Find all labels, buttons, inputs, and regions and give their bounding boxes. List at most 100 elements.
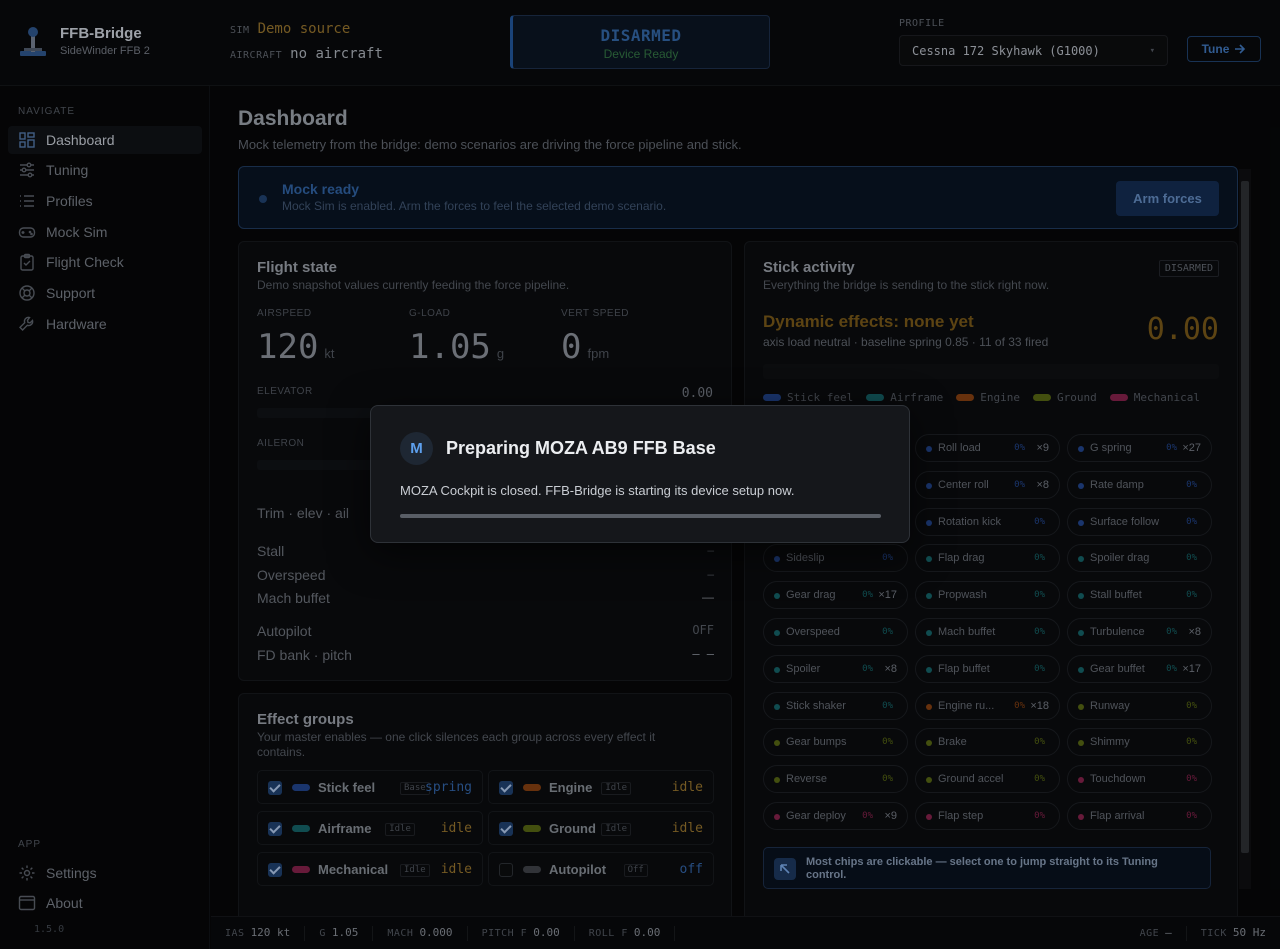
profile-select[interactable]: Cessna 172 Skyhawk (G1000) ▾ [899,35,1168,66]
moza-icon: M [400,432,433,465]
chip-multiplier: ×17 [1182,662,1201,675]
group-value: off [679,862,703,877]
sidebar: NAVIGATE Dashboard Tuning Profiles Mock … [0,86,210,949]
sidebar-item-tuning[interactable]: Tuning [8,156,202,184]
footer-stat: ROLL F 0.00 [575,925,676,941]
effect-chip[interactable]: Stall buffet 0% [1067,581,1212,610]
gload-label: G-LOAD [409,308,451,319]
effect-chip[interactable]: Engine ru... 0% ×18 [915,691,1060,720]
chip-dot [774,777,780,784]
main-scrollbar[interactable] [1239,169,1251,889]
legend-item: Engine [956,391,1020,404]
card-title: Stick activity [763,259,855,276]
effect-chip[interactable]: Brake 0% [915,728,1060,757]
status-row: Mach buffet — [257,590,714,606]
sidebar-item-profiles[interactable]: Profiles [8,187,202,215]
effect-chip[interactable]: Reverse 0% [763,765,908,794]
chip-name: Center roll [938,478,989,491]
effect-chip[interactable]: Gear bumps 0% [763,728,908,757]
group-toggle-autopilot[interactable]: Autopilot Off off [488,852,714,886]
effect-chip[interactable]: Flap buffet 0% [915,654,1060,683]
effect-chip[interactable]: Rate damp 0% [1067,470,1212,499]
group-checkbox[interactable] [499,863,513,877]
footer-key: TICK [1200,927,1227,939]
effect-chip[interactable]: Rotation kick 0% [915,507,1060,536]
group-checkbox[interactable] [268,863,282,877]
chip-percent: 0% [1166,627,1177,637]
effect-chip[interactable]: Flap arrival 0% [1067,802,1212,830]
group-toggle-mechanical[interactable]: Mechanical Idle idle [257,852,483,886]
chip-percent: 0% [1034,737,1045,748]
scrollbar-thumb[interactable] [1241,181,1249,853]
effect-chip[interactable]: Roll load 0% ×9 [915,434,1060,462]
effect-chip[interactable]: Flap step 0% [915,802,1060,830]
group-checkbox[interactable] [268,781,282,795]
dynamic-effects-summary: axis load neutral · baseline spring 0.85… [763,335,1049,349]
sim-source: SIM Demo source [230,21,350,37]
chip-name: Flap drag [938,552,985,565]
sidebar-item-support[interactable]: Support [8,279,202,307]
group-toggle-airframe[interactable]: Airframe Idle idle [257,811,483,845]
sidebar-item-dashboard[interactable]: Dashboard [8,126,202,154]
chip-name: Gear bumps [786,736,847,749]
effect-chip[interactable]: Spoiler drag 0% [1067,544,1212,573]
chip-name: Engine ru... [938,699,995,712]
sidebar-item-settings[interactable]: Settings [8,859,202,887]
arm-forces-button[interactable]: Arm forces [1116,181,1219,216]
effect-chip[interactable]: Propwash 0% [915,581,1060,610]
legend-swatch [763,394,781,401]
effect-chip[interactable]: Flap drag 0% [915,544,1060,573]
group-toggle-stick-feel[interactable]: Stick feel Base spring [257,770,483,804]
effect-chip[interactable]: Gear buffet 0% ×17 [1067,654,1212,683]
sidebar-item-hardware[interactable]: Hardware [8,310,202,338]
sidebar-item-flight-check[interactable]: Flight Check [8,248,202,276]
sim-key: SIM [230,25,250,36]
group-toggle-engine[interactable]: Engine Idle idle [488,770,714,804]
effect-chip[interactable]: Gear deploy 0% ×9 [763,802,908,830]
effect-chip[interactable]: Shimmy 0% [1067,728,1212,757]
effect-chip[interactable]: Touchdown 0% [1067,765,1212,794]
arm-status-box: DISARMED Device Ready [510,15,770,69]
effect-chip[interactable]: Turbulence 0% ×8 [1067,618,1212,646]
sidebar-item-about[interactable]: About [8,889,202,917]
legend-item: Stick feel [763,391,853,404]
effect-chip[interactable]: Center roll 0% ×8 [915,470,1060,499]
chip-dot [774,740,780,747]
chip-name: Overspeed [786,626,840,638]
effect-chip[interactable]: Overspeed 0% [763,618,908,646]
effect-chip[interactable]: Surface follow 0% [1067,507,1212,536]
legend-label: Engine [980,391,1020,404]
tune-label: Tune [1201,42,1230,56]
group-name: Autopilot [549,862,607,877]
status-row: Overspeed – [257,567,714,583]
chip-dot [1078,740,1084,747]
group-toggle-ground[interactable]: Ground Idle idle [488,811,714,845]
chip-percent: 0% [1186,774,1197,785]
group-checkbox[interactable] [268,822,282,836]
chip-name: Runway [1090,699,1130,712]
effect-chip[interactable]: Runway 0% [1067,691,1212,720]
sidebar-item-mock-sim[interactable]: Mock Sim [8,218,202,246]
legend-swatch [1032,394,1051,401]
group-tag: Idle [601,823,632,836]
clipboard-check-icon [20,253,34,271]
effect-chip[interactable]: Stick shaker 0% [763,691,908,720]
modal-title: Preparing MOZA AB9 FFB Base [446,438,716,458]
chip-name: Shimmy [1090,736,1130,749]
chip-name: Reverse [786,773,827,786]
effect-chip[interactable]: Mach buffet 0% [915,618,1060,646]
chip-dot [1078,630,1084,636]
chip-name: Stick shaker [786,699,846,712]
chip-name: Brake [938,736,967,749]
vert-speed-label: VERT SPEED [561,308,629,319]
effect-chip[interactable]: G spring 0% ×27 [1067,434,1212,462]
effect-chip[interactable]: Gear drag 0% ×17 [763,581,908,610]
effect-chip[interactable]: Sideslip 0% [763,544,908,573]
chip-percent: 0% [1186,590,1197,601]
group-checkbox[interactable] [499,781,513,795]
group-value: idle [440,821,472,836]
tune-button[interactable]: Tune [1187,36,1261,62]
group-checkbox[interactable] [499,822,513,836]
effect-chip[interactable]: Spoiler 0% ×8 [763,654,908,683]
effect-chip[interactable]: Ground accel 0% [915,765,1060,794]
